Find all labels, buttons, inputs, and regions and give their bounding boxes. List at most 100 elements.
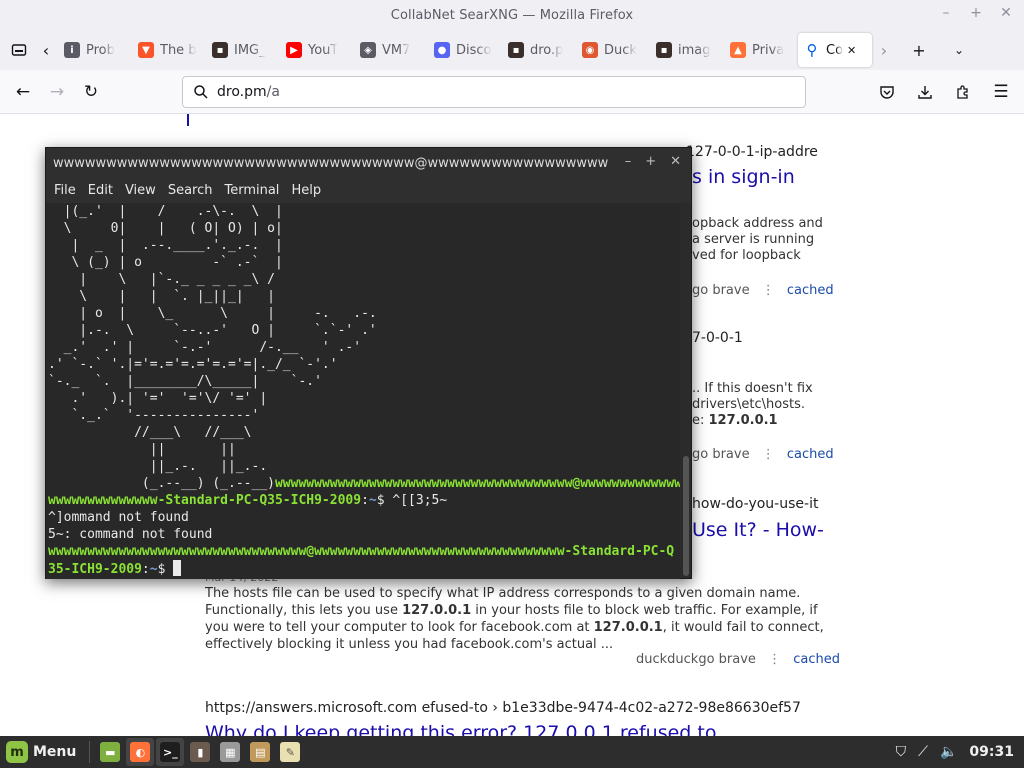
terminal-titlebar[interactable]: wwwwwwwwwwwwwwwwwwwwwwwwwwwwwwwwww@wwwww… bbox=[46, 148, 691, 178]
terminal-scrollbar[interactable] bbox=[681, 206, 689, 576]
tab[interactable]: i Prob bbox=[58, 33, 132, 67]
result-url[interactable]: https://answers.microsoft.com efused-to … bbox=[205, 700, 801, 716]
list-all-tabs-button[interactable]: ⌄ bbox=[944, 35, 974, 65]
ascii-art-line: `-._ `. |________/\_____| `-.' bbox=[48, 374, 322, 389]
reload-button[interactable]: ↻ bbox=[74, 76, 108, 108]
terminal-output[interactable]: |(_.' | / .-\-. \ | \ 0| | ( O| O) | o| … bbox=[46, 203, 680, 579]
download-icon bbox=[918, 86, 932, 99]
taskbar-launcher[interactable]: ▤ bbox=[246, 738, 274, 766]
menu-edit[interactable]: Edit bbox=[82, 183, 119, 198]
tabs-scroll-left-button[interactable]: ‹ bbox=[34, 35, 58, 65]
ascii-art-line: .' `-.` '.|='=.='=.='=.='=|._/_ `-'.' bbox=[48, 357, 338, 372]
result-url[interactable]: 127-0-0-1-ip-addre bbox=[686, 144, 818, 160]
puzzle-icon bbox=[957, 85, 968, 99]
result-engine-list: duckduckgo brave bbox=[636, 652, 756, 667]
cached-link[interactable]: cached bbox=[787, 283, 834, 298]
tab-label: The b bbox=[160, 42, 197, 58]
new-tab-button[interactable]: + bbox=[904, 35, 934, 65]
terminal-minimize-button[interactable]: – bbox=[625, 154, 632, 169]
pocket-button[interactable] bbox=[870, 76, 904, 108]
menu-search[interactable]: Search bbox=[162, 183, 219, 198]
minimize-button[interactable]: – bbox=[938, 5, 954, 21]
cached-link[interactable]: cached bbox=[793, 652, 840, 667]
ascii-art-line: |(_.' | / .-\-. \ | bbox=[48, 204, 283, 219]
back-button[interactable]: ← bbox=[6, 76, 40, 108]
tab[interactable]: ▲ Priva bbox=[724, 33, 798, 67]
url-bar[interactable]: dro.pm/a bbox=[182, 76, 806, 108]
tab[interactable]: ● Disco bbox=[428, 33, 502, 67]
tabs-scroll-right-button[interactable]: › bbox=[872, 35, 896, 65]
prompt-user-host: wwwwwwwwwwwwww-Standard-PC-Q35-ICH9-2009 bbox=[48, 493, 362, 508]
prompt-user-host: wwwwwwwwwwwwwwwwwwwwwwwwwwwwwwwwwwwwww@w… bbox=[274, 476, 680, 491]
result-title[interactable]: s in sign-in bbox=[692, 166, 795, 188]
tab[interactable]: ⚲ Co ✕ bbox=[798, 33, 872, 67]
hamburger-menu-icon: ☰ bbox=[993, 82, 1009, 102]
menu-terminal[interactable]: Terminal bbox=[218, 183, 285, 198]
menu-file[interactable]: File bbox=[48, 183, 82, 198]
taskbar-launcher[interactable]: ◐ bbox=[126, 738, 155, 766]
tab-label: IMG_ bbox=[234, 42, 266, 58]
prompt-line: wwwwwwwwwwwwwwwwwwwwwwwwwwwwwwwww@wwwwww… bbox=[48, 543, 680, 560]
terminal-window-controls: – + ✕ bbox=[625, 154, 681, 169]
result-url[interactable]: how-do-you-use-it bbox=[692, 496, 818, 512]
snippet-line: effectively blocking it unless you had f… bbox=[205, 636, 825, 653]
terminal-maximize-button[interactable]: + bbox=[645, 154, 656, 169]
taskbar-launcher[interactable]: >_ bbox=[156, 738, 185, 766]
cached-link[interactable]: cached bbox=[787, 447, 834, 462]
result-engine-list: go brave bbox=[692, 447, 750, 462]
app-icon-4: ▮ bbox=[190, 742, 211, 762]
start-menu-button[interactable]: m Menu bbox=[0, 736, 84, 768]
downloads-button[interactable] bbox=[908, 76, 942, 108]
tab[interactable]: ▪ dro.p bbox=[502, 33, 576, 67]
ascii-art-line: _.' .' | `-.-' /-.__ ' .-' bbox=[48, 340, 362, 355]
forward-button[interactable]: → bbox=[40, 76, 74, 108]
menu-view[interactable]: View bbox=[119, 183, 162, 198]
result-engines: go brave ⋮ cached bbox=[692, 447, 834, 462]
snippet-highlight: 127.0.0.1 bbox=[708, 413, 778, 428]
output-line: 5~: command not found bbox=[48, 527, 213, 542]
taskbar: m Menu ▬ ◐ >_ ▮ ▦ ▤ ✎ ⛉ ⟋ 🔈 09:31 bbox=[0, 736, 1024, 768]
network-icon[interactable]: ⟋ bbox=[918, 744, 928, 760]
snippet-text: , it would fail to connect, bbox=[662, 620, 824, 635]
app-menu-button[interactable]: ☰ bbox=[984, 76, 1018, 108]
firefox-view-icon bbox=[11, 44, 27, 56]
image-file-icon: ▪ bbox=[508, 42, 524, 58]
tab[interactable]: ▪ imag bbox=[650, 33, 724, 67]
result-url[interactable]: 7-0-0-1 bbox=[692, 330, 743, 346]
tab-close-icon[interactable]: ✕ bbox=[847, 44, 856, 57]
text-cursor-mark bbox=[187, 114, 189, 126]
tab[interactable]: ▶ YouT bbox=[280, 33, 354, 67]
result-title[interactable]: Use It? - How- bbox=[692, 519, 824, 541]
scrollbar-thumb[interactable] bbox=[683, 456, 689, 576]
extensions-button[interactable] bbox=[946, 76, 980, 108]
terminal-close-button[interactable]: ✕ bbox=[670, 154, 681, 169]
chevron-right-icon: › bbox=[880, 40, 888, 60]
tab[interactable]: ◈ VM7 bbox=[354, 33, 428, 67]
shield-icon[interactable]: ⛉ bbox=[896, 744, 907, 760]
desktop-screen: CollabNet SearXNG — Mozilla Firefox – + … bbox=[0, 0, 1024, 768]
snippet-text: in your hosts file to block web traffic.… bbox=[471, 603, 818, 618]
prompt-path: ~ bbox=[368, 493, 377, 508]
menu-help[interactable]: Help bbox=[285, 183, 327, 198]
close-button[interactable]: ✕ bbox=[998, 5, 1014, 21]
prompt-line: 35-ICH9-2009:~$ bbox=[48, 560, 680, 578]
taskbar-launcher[interactable]: ▮ bbox=[186, 738, 214, 766]
result-snippet-line: e: 127.0.0.1 bbox=[692, 413, 778, 428]
firefox-view-button[interactable] bbox=[4, 35, 34, 65]
window-controls: – + ✕ bbox=[938, 5, 1014, 21]
volume-icon[interactable]: 🔈 bbox=[940, 744, 957, 760]
vmware-icon: ◈ bbox=[360, 42, 376, 58]
ascii-art-line: | _ | .--.____.'._.-. | bbox=[48, 238, 283, 253]
taskbar-launcher[interactable]: ▬ bbox=[96, 738, 124, 766]
tab-bar: ‹ i Prob ▼ The b ▪ IMG_ ▶ YouT ◈ VM7 ● Disco ▪ dro.p ◉… bbox=[0, 30, 1024, 70]
tab[interactable]: ▼ The b bbox=[132, 33, 206, 67]
result-snippet-line: drivers\etc\hosts. bbox=[692, 397, 805, 412]
taskbar-launcher[interactable]: ▦ bbox=[216, 738, 244, 766]
result-snippet-line: a server is running bbox=[692, 232, 815, 247]
tab[interactable]: ◉ Duck bbox=[576, 33, 650, 67]
clock[interactable]: 09:31 bbox=[969, 744, 1014, 760]
maximize-button[interactable]: + bbox=[968, 5, 984, 21]
taskbar-launcher[interactable]: ✎ bbox=[276, 738, 304, 766]
taskbar-separator bbox=[89, 741, 91, 763]
tab[interactable]: ▪ IMG_ bbox=[206, 33, 280, 67]
